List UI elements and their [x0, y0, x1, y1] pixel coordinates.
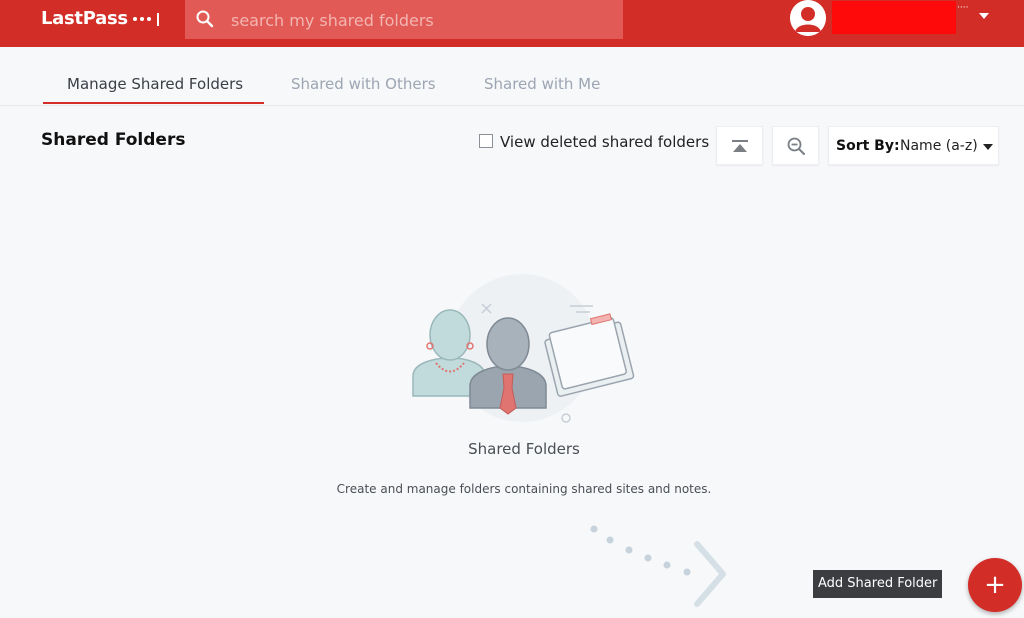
sort-dropdown[interactable]: Sort By: Name (a-z)	[828, 126, 999, 165]
search-input[interactable]	[229, 6, 613, 34]
zoom-out-icon	[787, 137, 805, 155]
add-shared-folder-button[interactable]: +	[968, 558, 1022, 612]
logo-text: LastPass	[41, 8, 128, 29]
sort-by-label: Sort By:	[836, 138, 900, 154]
tab-bar: Manage Shared Folders Shared with Others…	[0, 47, 1024, 106]
collapse-top-icon	[731, 139, 748, 152]
lastpass-logo[interactable]: LastPass	[41, 7, 159, 31]
zoom-out-button[interactable]	[772, 126, 819, 165]
user-menu-dots[interactable]: ····	[957, 3, 968, 13]
sort-value: Name (a-z)	[900, 138, 978, 154]
top-bar: LastPass ····	[0, 0, 1024, 47]
collapse-all-button[interactable]	[716, 126, 763, 165]
chevron-down-icon[interactable]	[979, 13, 989, 19]
search-bar[interactable]	[185, 0, 623, 39]
page-title: Shared Folders	[41, 130, 186, 150]
logo-dots-icon	[132, 12, 159, 26]
avatar[interactable]	[790, 0, 826, 36]
empty-state-title: Shared Folders	[468, 440, 580, 458]
avatar-icon	[790, 0, 826, 36]
shared-folders-illustration	[412, 274, 635, 423]
view-deleted-label[interactable]: View deleted shared folders	[500, 133, 709, 151]
add-shared-folder-tooltip: Add Shared Folder	[813, 570, 943, 598]
plus-icon: +	[984, 570, 1006, 600]
tab-manage-shared-folders[interactable]: Manage Shared Folders	[67, 75, 243, 93]
tab-shared-with-me[interactable]: Shared with Me	[484, 75, 600, 93]
empty-state-description: Create and manage folders containing sha…	[336, 482, 712, 496]
search-icon[interactable]	[195, 9, 215, 29]
user-name-redacted[interactable]	[832, 1, 956, 34]
view-deleted-checkbox[interactable]	[479, 134, 493, 148]
hint-arrow-icon	[590, 525, 726, 607]
tab-shared-with-others[interactable]: Shared with Others	[291, 75, 436, 93]
active-tab-indicator	[43, 102, 264, 104]
chevron-down-icon	[983, 144, 993, 150]
